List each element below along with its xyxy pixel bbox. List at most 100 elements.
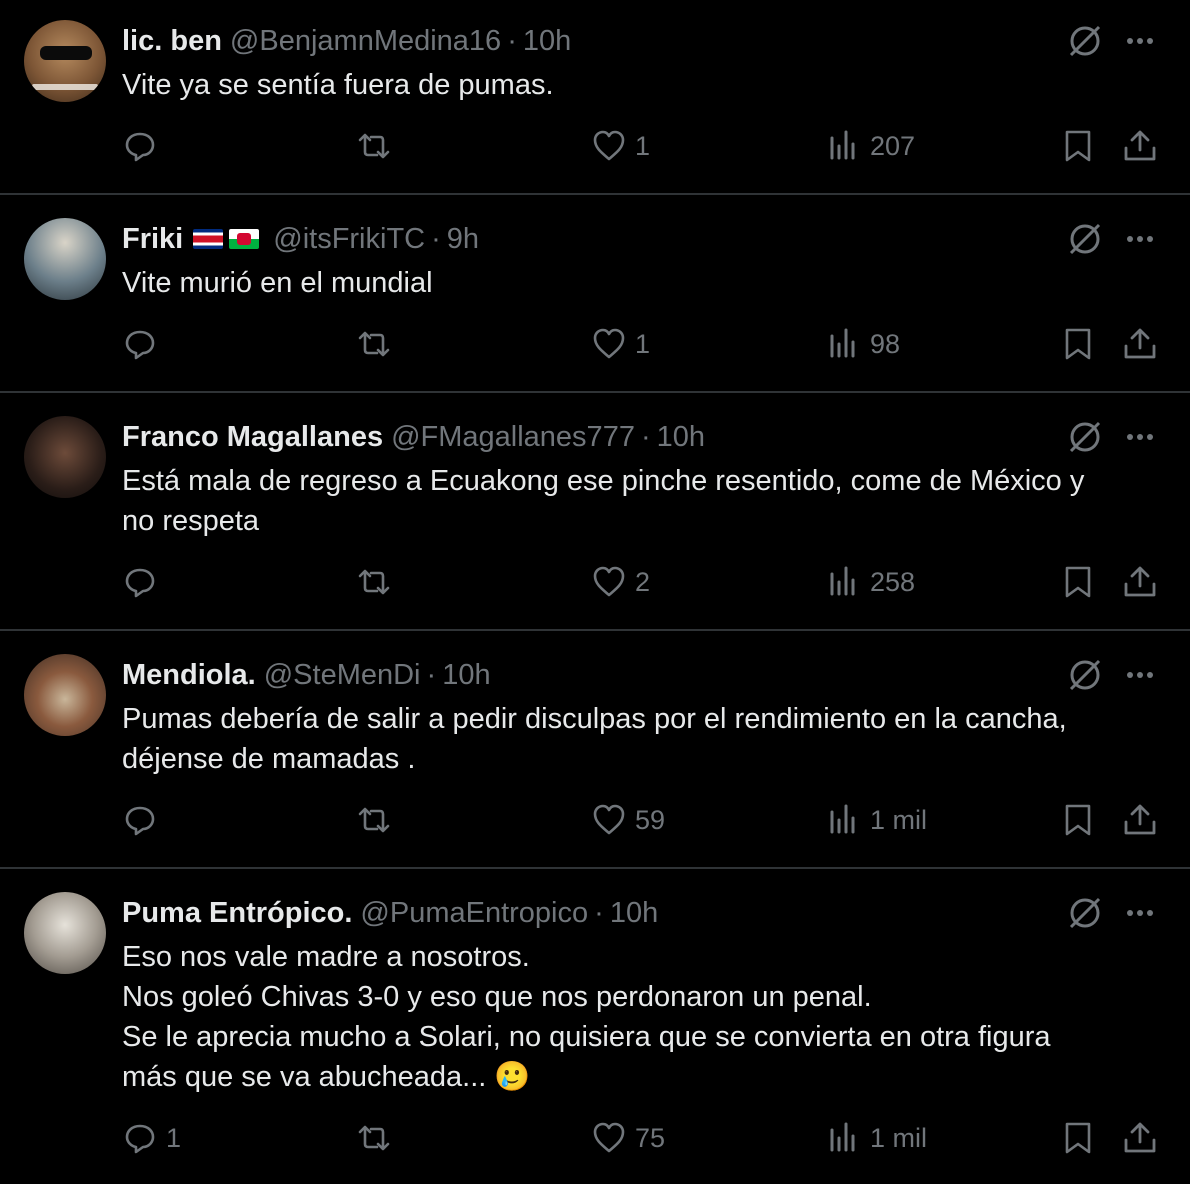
display-name[interactable]: lic. ben bbox=[122, 25, 222, 58]
avatar[interactable] bbox=[24, 892, 106, 974]
tweet[interactable]: Friki @itsFrikiTC · 9h Vite murió en el … bbox=[0, 195, 1190, 393]
tweet[interactable]: lic. ben @BenjamnMedina16 · 10h Vite ya … bbox=[0, 0, 1190, 195]
views-button[interactable]: 258 bbox=[826, 564, 915, 600]
views-button[interactable]: 1 mil bbox=[826, 802, 927, 838]
heart-icon bbox=[593, 1122, 625, 1153]
retweet-icon bbox=[358, 133, 390, 159]
heart-icon bbox=[593, 130, 625, 161]
share-icon bbox=[1124, 130, 1156, 161]
more-options-icon[interactable] bbox=[1124, 897, 1156, 929]
bookmark-icon bbox=[1065, 804, 1091, 836]
share-button[interactable] bbox=[1122, 1120, 1158, 1156]
separator-dot: · bbox=[640, 420, 651, 453]
bookmark-button[interactable] bbox=[1060, 802, 1096, 838]
views-count: 1 mil bbox=[870, 1122, 928, 1153]
like-button[interactable]: 1 bbox=[591, 326, 650, 362]
views-button[interactable]: 98 bbox=[826, 326, 900, 362]
reply-icon bbox=[125, 1124, 155, 1154]
user-handle[interactable]: @itsFrikiTC bbox=[273, 223, 425, 256]
like-button[interactable]: 2 bbox=[591, 564, 650, 600]
timestamp[interactable]: 10h bbox=[442, 659, 490, 692]
action-bar: 59 1 mil bbox=[0, 802, 1190, 846]
avatar[interactable] bbox=[24, 654, 106, 736]
views-button[interactable]: 1 mil bbox=[826, 1120, 927, 1156]
like-count: 1 bbox=[635, 130, 651, 161]
views-button[interactable]: 207 bbox=[826, 128, 915, 164]
display-name[interactable]: Friki bbox=[122, 223, 183, 256]
grok-icon[interactable] bbox=[1066, 22, 1104, 60]
views-icon bbox=[830, 130, 855, 160]
more-options-icon[interactable] bbox=[1124, 25, 1156, 57]
like-button[interactable]: 75 bbox=[591, 1120, 665, 1156]
avatar[interactable] bbox=[24, 218, 106, 300]
display-name[interactable]: Puma Entrópico. bbox=[122, 897, 352, 930]
tweet-text: Eso nos vale madre a nosotros. Nos goleó… bbox=[122, 937, 1152, 1097]
more-options-icon[interactable] bbox=[1124, 421, 1156, 453]
like-count: 59 bbox=[635, 804, 666, 835]
tweet-text-line: Está mala de regreso a Ecuakong ese pinc… bbox=[122, 465, 1085, 497]
tweet[interactable]: Mendiola. @SteMenDi · 10h Pumas debería … bbox=[0, 631, 1190, 869]
retweet-button[interactable] bbox=[356, 128, 392, 164]
display-name[interactable]: Franco Magallanes bbox=[122, 421, 383, 454]
user-handle[interactable]: @BenjamnMedina16 bbox=[230, 25, 501, 58]
bookmark-button[interactable] bbox=[1060, 326, 1096, 362]
share-button[interactable] bbox=[1122, 128, 1158, 164]
grok-icon[interactable] bbox=[1066, 656, 1104, 694]
views-count: 98 bbox=[870, 328, 901, 359]
more-options-icon[interactable] bbox=[1124, 223, 1156, 255]
bookmark-button[interactable] bbox=[1060, 564, 1096, 600]
share-icon bbox=[1124, 1122, 1156, 1153]
timestamp[interactable]: 9h bbox=[447, 223, 479, 256]
share-button[interactable] bbox=[1122, 326, 1158, 362]
reply-icon bbox=[125, 806, 155, 836]
grok-icon[interactable] bbox=[1066, 220, 1104, 258]
sunglasses bbox=[40, 46, 92, 60]
display-name[interactable]: Mendiola. bbox=[122, 659, 256, 692]
tweet-text: Vite murió en el mundial bbox=[122, 263, 1152, 303]
tweet-text-line: Pumas debería de salir a pedir disculpas… bbox=[122, 703, 1067, 735]
views-count: 1 mil bbox=[870, 804, 928, 835]
like-button[interactable]: 59 bbox=[591, 802, 665, 838]
timestamp[interactable]: 10h bbox=[657, 421, 705, 454]
bookmark-icon bbox=[1065, 566, 1091, 598]
separator-dot: · bbox=[426, 658, 437, 691]
action-bar: 1 98 bbox=[0, 326, 1190, 370]
user-handle[interactable]: @SteMenDi bbox=[264, 659, 421, 692]
avatar[interactable] bbox=[24, 20, 106, 102]
like-count: 1 bbox=[635, 328, 651, 359]
tweet-header: Friki @itsFrikiTC · 9h bbox=[122, 221, 479, 257]
heart-icon bbox=[593, 328, 625, 359]
user-handle[interactable]: @PumaEntropico bbox=[360, 897, 588, 930]
reply-button[interactable] bbox=[122, 802, 166, 838]
retweet-button[interactable] bbox=[356, 564, 392, 600]
timestamp[interactable]: 10h bbox=[523, 25, 571, 58]
views-icon bbox=[830, 804, 855, 834]
tweet[interactable]: Franco Magallanes @FMagallanes777 · 10h … bbox=[0, 393, 1190, 631]
share-button[interactable] bbox=[1122, 564, 1158, 600]
grok-icon[interactable] bbox=[1066, 894, 1104, 932]
retweet-button[interactable] bbox=[356, 326, 392, 362]
like-button[interactable]: 1 bbox=[591, 128, 650, 164]
share-button[interactable] bbox=[1122, 802, 1158, 838]
bookmark-button[interactable] bbox=[1060, 128, 1096, 164]
retweet-button[interactable] bbox=[356, 1120, 392, 1156]
retweet-button[interactable] bbox=[356, 802, 392, 838]
reply-icon bbox=[125, 568, 155, 598]
bookmark-button[interactable] bbox=[1060, 1120, 1096, 1156]
like-count: 75 bbox=[635, 1122, 666, 1153]
timestamp[interactable]: 10h bbox=[610, 897, 658, 930]
tweet-header: Puma Entrópico. @PumaEntropico · 10h bbox=[122, 895, 658, 931]
reply-button[interactable] bbox=[122, 326, 166, 362]
share-icon bbox=[1124, 804, 1156, 835]
more-options-icon[interactable] bbox=[1124, 659, 1156, 691]
grok-icon[interactable] bbox=[1066, 418, 1104, 456]
tweet-text-line: no respeta bbox=[122, 505, 260, 537]
reply-button[interactable] bbox=[122, 564, 166, 600]
bookmark-icon bbox=[1065, 130, 1091, 162]
reply-button[interactable] bbox=[122, 128, 166, 164]
reply-button[interactable]: 1 bbox=[122, 1120, 181, 1156]
user-handle[interactable]: @FMagallanes777 bbox=[391, 421, 635, 454]
tweet[interactable]: Puma Entrópico. @PumaEntropico · 10h Eso… bbox=[0, 869, 1190, 1184]
avatar[interactable] bbox=[24, 416, 106, 498]
action-bar: 1 207 bbox=[0, 128, 1190, 172]
